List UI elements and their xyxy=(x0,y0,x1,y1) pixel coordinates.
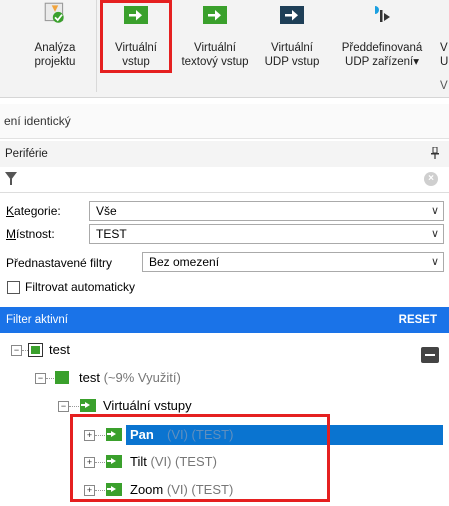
panel-header: Periférie xyxy=(0,141,449,167)
highlight-box-ribbon xyxy=(100,0,172,73)
predefined-udp-icon xyxy=(375,6,390,22)
analysis-icon xyxy=(44,2,64,23)
mistnost-label: Místnost: xyxy=(6,227,55,241)
tree-connector xyxy=(69,406,79,408)
analyza-projektu-button[interactable]: Analýza projektu xyxy=(20,0,90,97)
mistnost-accel: M xyxy=(6,227,16,241)
tree-group-label: Virtuální vstupy xyxy=(103,398,192,413)
preset-filters-select[interactable]: Bez omezení ∨ xyxy=(142,252,444,272)
virtual-text-input-icon xyxy=(203,6,227,24)
identity-text: ení identický xyxy=(4,114,71,128)
panel-title: Periférie xyxy=(5,148,48,160)
mistnost-rest: ístnost: xyxy=(16,227,55,241)
kategorie-value: Vše xyxy=(96,204,117,218)
chevron-down-icon: ∨ xyxy=(430,228,439,240)
preddefinovana-udp-button[interactable]: Předdefinovaná UDP zařízení▾ xyxy=(328,0,436,97)
pin-icon[interactable] xyxy=(431,146,439,162)
udp-label2: UDP vstup xyxy=(264,56,320,68)
filter-status-text: Filter aktivní xyxy=(6,314,68,326)
cut-label2: UI xyxy=(440,56,449,68)
preddef-label2: UDP zařízení▾ xyxy=(345,56,419,68)
kategorie-accel: K xyxy=(6,204,15,218)
clear-filter-icon[interactable]: × xyxy=(424,172,438,186)
highlight-box-tree xyxy=(70,414,330,502)
udp-label1: Virtuální xyxy=(271,42,313,54)
preset-filters-label: Přednastavené filtry xyxy=(6,256,113,270)
collapse-icon[interactable]: − xyxy=(11,345,22,356)
tree-node-device[interactable]: − test (~9% Využití) xyxy=(0,367,449,389)
identity-bar: ení identický xyxy=(0,104,449,139)
virtual-input-icon xyxy=(80,399,96,412)
kategorie-label: Kategorie: xyxy=(6,204,61,218)
reset-button[interactable]: RESET xyxy=(399,314,437,326)
textovy-label1: Virtuální xyxy=(194,42,236,54)
tree-connector xyxy=(46,378,54,380)
filter-status-bar: Filter aktivní RESET xyxy=(0,307,449,333)
ribbon-cut-button[interactable]: V UI xyxy=(440,41,449,69)
preddef-label1: Předdefinovaná xyxy=(341,42,423,54)
ribbon: Analýza projektu Virtuální vstup Virtuální… xyxy=(0,0,449,98)
tree-device-label: test (~9% Využití) xyxy=(79,370,181,385)
chevron-down-icon: ∨ xyxy=(430,205,439,217)
preset-value: Bez omezení xyxy=(149,255,220,269)
auto-filter-label: Filtrovat automaticky xyxy=(25,280,136,294)
tree-node-root[interactable]: − test xyxy=(0,339,449,363)
device-detail: (~9% Využití) xyxy=(103,370,181,385)
virtualni-textovy-vstup-button[interactable]: Virtuální textový vstup xyxy=(174,0,256,97)
collapse-icon[interactable]: − xyxy=(35,373,46,384)
virtualni-udp-vstup-button[interactable]: Virtuální UDP vstup xyxy=(258,0,326,97)
filter-icon-stem xyxy=(10,179,12,185)
project-icon xyxy=(28,343,43,357)
virtual-udp-input-icon xyxy=(280,6,304,24)
cut-label1: V xyxy=(440,42,448,54)
collapse-all-button[interactable] xyxy=(421,347,439,363)
ribbon-separator xyxy=(96,0,97,92)
filter-search-row[interactable]: × xyxy=(0,167,449,193)
collapse-icon[interactable]: − xyxy=(58,401,69,412)
auto-filter-checkbox[interactable] xyxy=(7,281,20,294)
mistnost-value: TEST xyxy=(96,227,127,241)
device-name: test xyxy=(79,370,100,385)
analyza-label2: projektu xyxy=(34,56,76,68)
kategorie-rest: ategorie: xyxy=(14,204,61,218)
kategorie-select[interactable]: Vše ∨ xyxy=(89,201,444,221)
device-icon xyxy=(55,371,69,384)
chevron-down-icon: ∨ xyxy=(430,256,439,268)
textovy-label2: textový vstup xyxy=(181,56,249,68)
analyza-label1: Analýza xyxy=(34,42,76,54)
ribbon-group-label: V xyxy=(440,80,448,92)
mistnost-select[interactable]: TEST ∨ xyxy=(89,224,444,244)
tree-root-label: test xyxy=(49,342,70,357)
